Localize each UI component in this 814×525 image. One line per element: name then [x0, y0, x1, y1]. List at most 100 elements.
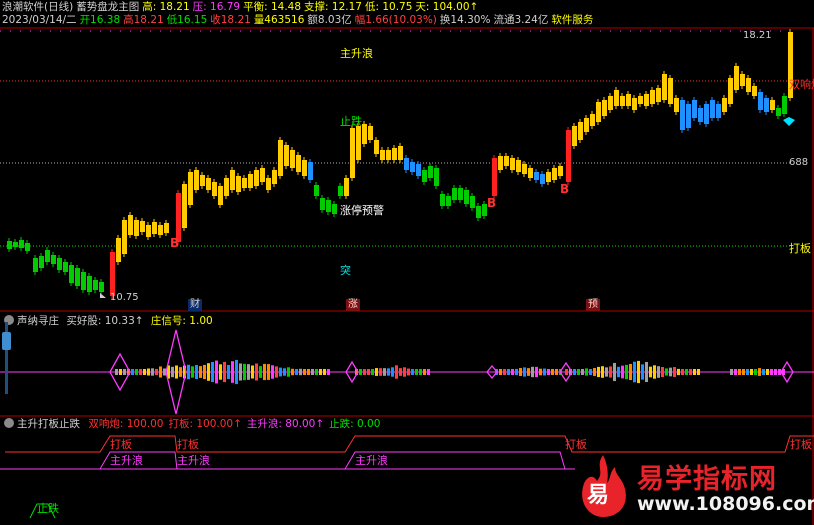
candle-body: [236, 176, 241, 192]
indicator2-value-1: 打板: 100.00↑: [168, 418, 242, 430]
sonar-bar: [499, 369, 502, 375]
candle-body: [476, 206, 481, 218]
sonar-bar: [535, 366, 538, 378]
ind2-label-daban-2: 打板: [177, 438, 199, 451]
sonar-bar: [669, 367, 672, 377]
annotation-tu: 突: [340, 264, 351, 277]
candle-body: [19, 240, 24, 248]
ind2-label-daban-1: 打板: [110, 438, 132, 451]
sonar-bar: [259, 366, 262, 378]
candle-body: [176, 193, 181, 242]
candle-body: [638, 96, 643, 104]
watermark-title: 易学指标网: [637, 464, 777, 495]
candle-body: [410, 162, 415, 172]
sonar-bar: [119, 369, 122, 375]
candle-body: [504, 156, 509, 166]
candle-body: [230, 170, 235, 190]
candle-body: [668, 78, 673, 104]
sonar-bar: [239, 363, 242, 381]
date-marker-zhang[interactable]: 涨: [346, 299, 360, 311]
sonar-bar: [423, 369, 426, 375]
sonar-bar: [327, 369, 330, 375]
watermark-logo: 易 易学指标网 www.108096.com: [575, 453, 814, 521]
sonar-bar: [315, 369, 318, 375]
ind2-label-zhidie: 止跌: [37, 502, 59, 515]
sonar-bar: [605, 367, 608, 377]
sonar-bar: [511, 369, 514, 375]
candle-body: [572, 126, 577, 146]
annotation-zhushenglang: 主升浪: [340, 47, 373, 60]
indicator2-toggle-icon[interactable]: [4, 418, 14, 428]
candle-body: [674, 98, 679, 112]
candle-body: [740, 74, 745, 86]
candle-body: [164, 223, 169, 233]
sonar-bar: [155, 368, 158, 376]
sonar-bar: [171, 366, 174, 378]
candle-body: [552, 168, 557, 180]
candle-body: [206, 178, 211, 190]
sonar-bar: [375, 368, 378, 376]
sonar-bar: [673, 367, 676, 377]
candle-body: [110, 252, 115, 296]
candle-body: [498, 156, 503, 170]
candle-body: [278, 140, 283, 176]
sonar-bar: [195, 364, 198, 380]
indicator2-value-2: 主升浪: 80.00↑: [246, 418, 325, 430]
sonar-bar: [543, 368, 546, 376]
sonar-bar: [291, 368, 294, 376]
sonar-bar: [515, 368, 518, 376]
sonar-bar: [215, 360, 218, 384]
sonar-bar: [601, 366, 604, 378]
candle-body: [326, 200, 331, 212]
candle-body: [266, 178, 271, 190]
sonar-bar: [235, 359, 238, 385]
slider-knob[interactable]: [2, 332, 11, 350]
sonar-bar: [211, 361, 214, 383]
level-label-daban: 打板: [789, 242, 811, 255]
sonar-bar: [411, 369, 414, 375]
candle-body: [69, 265, 74, 283]
candle-body: [13, 242, 18, 247]
sonar-bar: [387, 368, 390, 376]
sonar-bar: [609, 366, 612, 378]
sonar-bar: [231, 361, 234, 383]
candle-body: [224, 178, 229, 196]
sonar-bar: [754, 369, 757, 375]
candle-body: [602, 100, 607, 116]
candle-body: [540, 174, 545, 184]
indicator2-name: 主升打板止跌: [17, 418, 80, 430]
candle-body: [776, 108, 781, 116]
sonar-bar: [203, 364, 206, 380]
sonar-bar: [311, 369, 314, 375]
sonar-bar: [577, 369, 580, 375]
date-marker-cai[interactable]: 财: [188, 299, 202, 311]
date-marker-yu[interactable]: 预: [586, 299, 600, 311]
ind2-label-zhushenglang-2: 主升浪: [177, 454, 210, 467]
sonar-bar: [547, 369, 550, 375]
candle-body: [404, 158, 409, 170]
candle-body: [704, 104, 709, 124]
candle-body: [320, 198, 325, 210]
panel-resize-slider[interactable]: [2, 322, 11, 394]
sonar-bar: [523, 367, 526, 377]
candle-body: [51, 255, 56, 264]
candle-body: [182, 184, 187, 228]
sonar-bar: [283, 368, 286, 376]
sonar-bar: [115, 369, 118, 375]
sonar-bar: [734, 369, 737, 375]
sonar-bar: [657, 366, 660, 378]
sonar-bar: [770, 369, 773, 375]
candle-body: [194, 170, 199, 190]
candle-body: [596, 102, 601, 122]
candle-body: [158, 225, 163, 235]
candle-body: [308, 162, 313, 180]
candle-body: [87, 276, 92, 292]
candle-body: [716, 104, 721, 118]
indicator1-value-zhuangxinhao: 庄信号: 1.00: [150, 315, 213, 327]
sonar-bar: [633, 361, 636, 383]
candle-body: [134, 220, 139, 236]
candle-body: [57, 258, 62, 270]
candle-body: [522, 164, 527, 174]
candle-body: [290, 150, 295, 168]
ind2-label-zhushenglang-1: 主升浪: [110, 454, 143, 467]
